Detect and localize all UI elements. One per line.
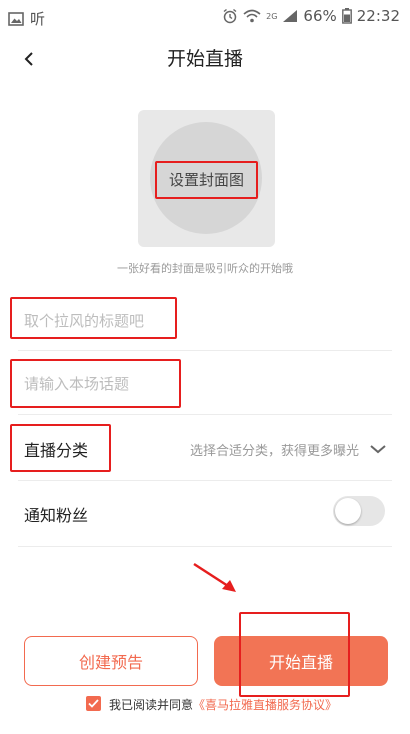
battery-percent: 66% <box>303 7 337 25</box>
alarm-icon <box>223 8 237 24</box>
battery-icon <box>341 8 352 24</box>
agreement-text: 我已阅读并同意《喜马拉雅直播服务协议》 <box>109 696 337 713</box>
network-type-label: 2G <box>266 11 278 21</box>
notify-fans-label: 通知粉丝 <box>24 506 89 525</box>
status-bar-left: 听 <box>8 8 45 29</box>
chevron-down-icon <box>370 445 386 454</box>
signal-icon <box>283 10 298 22</box>
agreement-checkbox[interactable] <box>86 696 101 711</box>
status-app-label: 听 <box>30 10 46 28</box>
agreement-link[interactable]: 《喜马拉雅直播服务协议》 <box>193 698 337 712</box>
notify-fans-toggle[interactable] <box>333 496 385 526</box>
annotation-box-start <box>239 612 350 697</box>
annotation-box-category <box>10 424 111 472</box>
annotation-box-cover <box>155 161 258 199</box>
annotation-box-topic <box>10 359 181 408</box>
category-hint: 选择合适分类，获得更多曝光 <box>190 444 360 459</box>
annotation-arrow-icon <box>193 562 236 592</box>
divider <box>18 480 392 481</box>
checkmark-icon <box>88 699 99 708</box>
page-title: 开始直播 <box>166 48 243 70</box>
toggle-knob <box>335 498 361 524</box>
gallery-icon <box>8 11 24 26</box>
status-time: 22:32 <box>356 7 400 25</box>
divider <box>18 414 392 415</box>
create-preview-label: 创建预告 <box>78 653 143 672</box>
cover-hint: 一张好看的封面是吸引听众的开始哦 <box>117 262 293 275</box>
create-preview-button[interactable]: 创建预告 <box>24 636 198 686</box>
annotation-box-title <box>10 297 177 339</box>
status-bar-right: 2G 66% 22:32 <box>222 7 400 25</box>
status-bar: 听 2G 66% 22:32 <box>0 0 410 34</box>
agreement-prefix: 我已阅读并同意 <box>109 698 194 712</box>
divider <box>18 350 392 351</box>
wifi-icon <box>243 9 261 23</box>
divider <box>18 546 392 547</box>
